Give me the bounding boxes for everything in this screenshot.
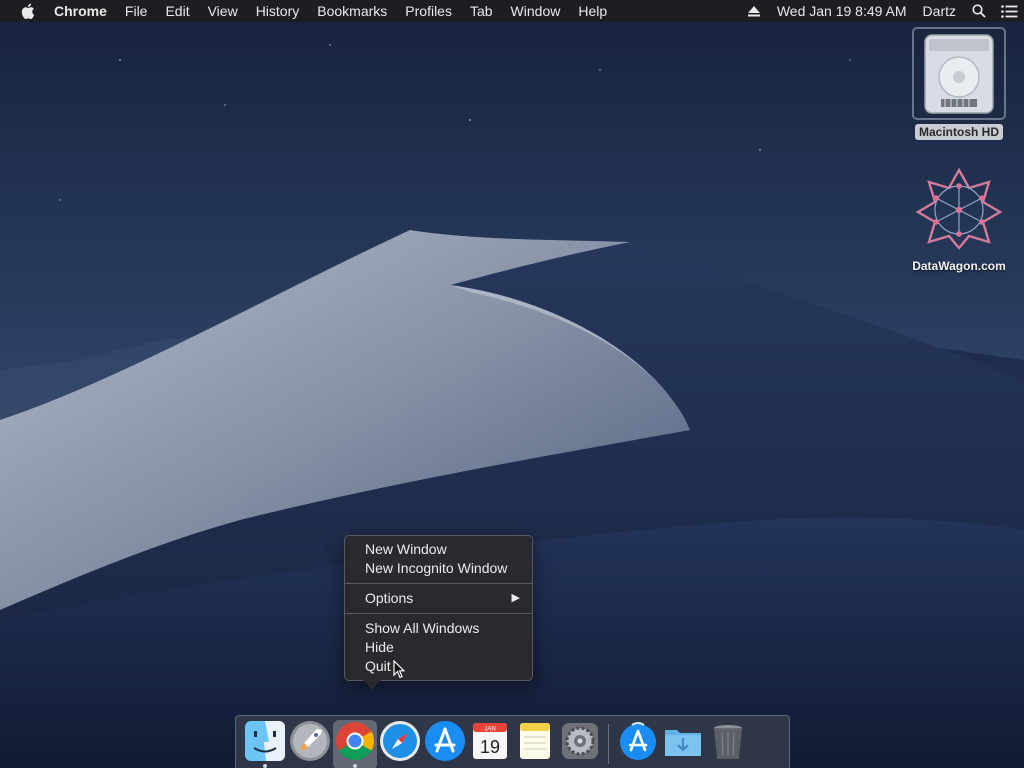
running-indicator	[352, 764, 357, 768]
context-menu-pointer	[363, 680, 381, 690]
menu-help[interactable]: Help	[569, 0, 616, 22]
mouse-cursor-icon	[393, 660, 405, 679]
trash-icon	[713, 725, 742, 759]
menu-history[interactable]: History	[247, 0, 309, 22]
apple-menu-icon[interactable]	[12, 3, 44, 19]
dock-separator	[608, 724, 609, 764]
menu-tab[interactable]: Tab	[461, 0, 502, 22]
dock-item-system-preferences[interactable]	[558, 720, 602, 768]
dock-item-launchpad[interactable]	[288, 720, 332, 768]
calendar-month: JAN	[484, 727, 495, 733]
menu-item-new-window[interactable]: New Window	[345, 540, 532, 559]
app-store-icon	[424, 721, 465, 761]
dock: JAN 19	[235, 715, 790, 768]
chrome-icon	[335, 722, 374, 761]
dock-context-menu: New Window New Incognito Window Options …	[344, 535, 533, 681]
menu-separator	[345, 583, 532, 584]
desktop-icon-macintosh-hd[interactable]: Macintosh HD	[906, 27, 1012, 140]
menu-file[interactable]: File	[116, 0, 157, 22]
submenu-arrow-icon: ▶	[511, 592, 520, 604]
dock-item-notes[interactable]	[513, 720, 557, 768]
dock-item-finder[interactable]	[243, 720, 287, 768]
launchpad-icon	[289, 721, 330, 761]
menu-edit[interactable]: Edit	[156, 0, 198, 22]
menu-bookmarks[interactable]: Bookmarks	[308, 0, 396, 22]
calendar-day: 19	[479, 737, 499, 757]
spotlight-search-icon[interactable]	[964, 0, 994, 22]
menu-item-options[interactable]: Options ▶	[345, 589, 532, 608]
dock-item-chrome[interactable]	[332, 720, 377, 768]
dock-item-downloads[interactable]	[661, 720, 705, 768]
system-preferences-icon	[561, 723, 598, 759]
desktop-icon-datawagon[interactable]: DataWagon.com	[900, 167, 1018, 273]
running-indicator	[262, 764, 267, 768]
menu-item-new-incognito-window[interactable]: New Incognito Window	[345, 559, 532, 578]
desktop-icon-label: Macintosh HD	[914, 124, 1003, 140]
desktop-icon-label: DataWagon.com	[912, 259, 1006, 273]
dock-item-safari[interactable]	[378, 720, 422, 768]
calendar-icon: JAN 19	[472, 723, 507, 759]
downloads-folder-icon	[664, 730, 701, 756]
safari-icon	[379, 721, 420, 761]
menu-item-label: Options	[365, 590, 414, 606]
menu-item-show-all-windows[interactable]: Show All Windows	[345, 619, 532, 638]
menu-user[interactable]: Dartz	[915, 0, 964, 22]
menu-clock[interactable]: Wed Jan 19 8:49 AM	[769, 0, 915, 22]
menu-app-name[interactable]: Chrome	[44, 0, 116, 22]
dock-item-app-store-download[interactable]	[616, 720, 660, 768]
datawagon-logo-icon	[915, 167, 1003, 255]
menu-separator	[345, 613, 532, 614]
menu-profiles[interactable]: Profiles	[396, 0, 461, 22]
notification-center-icon[interactable]	[994, 0, 1024, 22]
menu-item-hide[interactable]: Hide	[345, 638, 532, 657]
eject-icon[interactable]	[739, 0, 769, 22]
app-store-download-icon	[619, 722, 656, 760]
dock-item-trash[interactable]	[706, 720, 750, 768]
finder-icon	[244, 721, 285, 761]
menu-view[interactable]: View	[199, 0, 247, 22]
dock-item-calendar[interactable]: JAN 19	[468, 720, 512, 768]
menu-bar: Chrome File Edit View History Bookmarks …	[0, 0, 1024, 22]
notes-icon	[519, 723, 550, 759]
hard-drive-icon	[912, 27, 1006, 120]
menu-window[interactable]: Window	[502, 0, 570, 22]
dock-item-app-store[interactable]	[423, 720, 467, 768]
menu-item-quit[interactable]: Quit	[345, 657, 532, 676]
